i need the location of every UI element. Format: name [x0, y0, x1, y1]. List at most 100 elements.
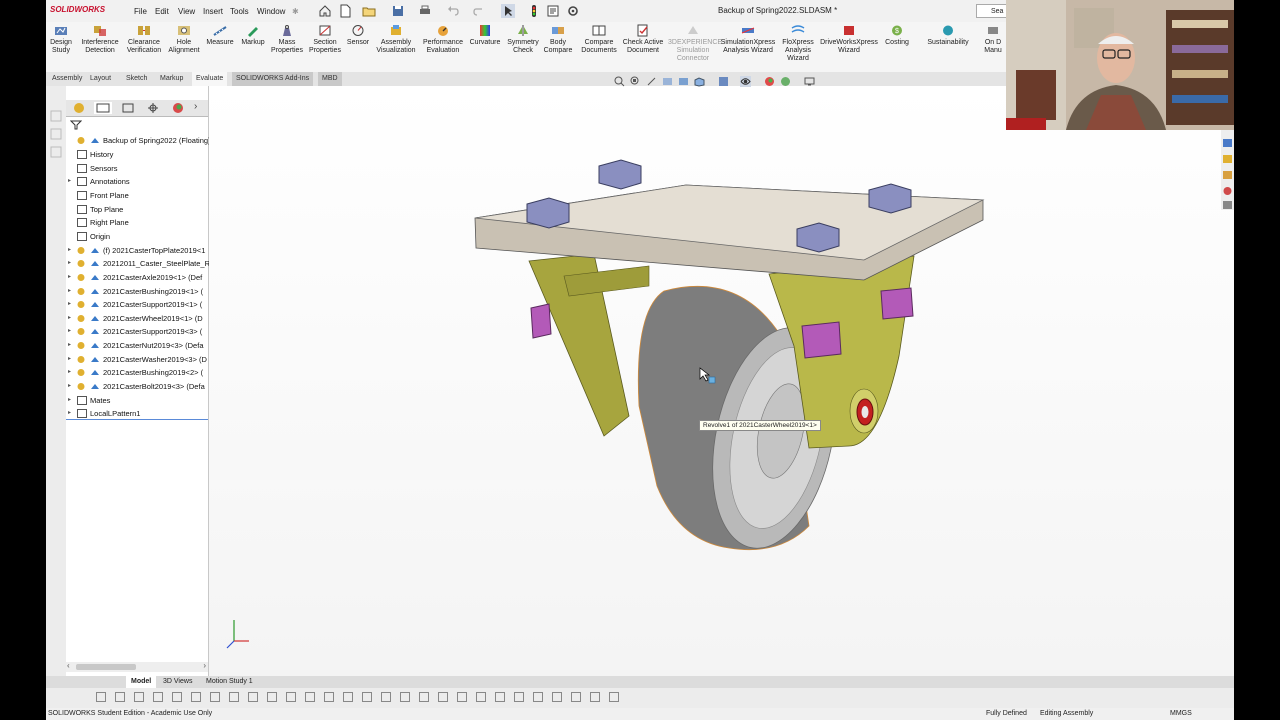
3dexperience-simulation-connector-button[interactable]: 3DEXPERIENCE Simulation Connector: [668, 24, 722, 63]
tree-item[interactable]: ▸ 2021CasterBushing2019<2> (: [68, 366, 206, 379]
check-active-document-button[interactable]: Check Active Document: [622, 24, 664, 55]
selection-tool-icon[interactable]: [495, 692, 505, 702]
expand-arrow-icon[interactable]: ▸: [68, 175, 76, 188]
expand-arrow-icon[interactable]: ▸: [68, 380, 76, 393]
clearance-verification-button[interactable]: Clearance Verification: [124, 24, 164, 55]
selection-tool-icon[interactable]: [514, 692, 524, 702]
selection-tool-icon[interactable]: [96, 692, 106, 702]
selection-tool-icon[interactable]: [552, 692, 562, 702]
selection-tool-icon[interactable]: [571, 692, 581, 702]
redo-icon[interactable]: [472, 4, 486, 18]
tree-item[interactable]: ▸ 2021CasterSupport2019<3> (: [68, 325, 206, 338]
tree-item[interactable]: ▸ 2021CasterNut2019<3> (Defa: [68, 339, 206, 352]
selection-tool-icon[interactable]: [381, 692, 391, 702]
custom-properties-icon[interactable]: [1222, 200, 1233, 210]
tree-item[interactable]: ▸ 20212011_Caster_SteelPlate_R: [68, 257, 210, 270]
selection-tool-icon[interactable]: [476, 692, 486, 702]
tab-model[interactable]: Model: [126, 676, 157, 688]
selection-tool-icon[interactable]: [324, 692, 334, 702]
simulationxpress-button[interactable]: SimulationXpress Analysis Wizard: [720, 24, 776, 55]
tree-item[interactable]: Top Plane: [68, 203, 206, 216]
design-library-icon[interactable]: [1222, 154, 1233, 164]
expand-arrow-icon[interactable]: ▸: [68, 339, 76, 352]
tab-mbd[interactable]: MBD: [318, 72, 342, 86]
selection-tool-icon[interactable]: [305, 692, 315, 702]
section-properties-button[interactable]: Section Properties: [308, 24, 342, 55]
costing-button[interactable]: $ Costing: [882, 24, 912, 47]
markup-button[interactable]: Markup: [238, 24, 268, 47]
menu-tools[interactable]: Tools: [230, 7, 249, 16]
expand-arrow-icon[interactable]: ▸: [68, 257, 76, 270]
selection-tool-icon[interactable]: [134, 692, 144, 702]
selection-tool-icon[interactable]: [210, 692, 220, 702]
driveworksxpress-button[interactable]: DriveWorksXpress Wizard: [818, 24, 880, 55]
tree-item[interactable]: Sensors: [68, 162, 206, 175]
scroll-left-icon[interactable]: ‹: [67, 661, 70, 670]
print-icon[interactable]: [418, 4, 432, 18]
mass-properties-button[interactable]: Mass Properties: [270, 24, 304, 55]
selection-tool-icon[interactable]: [343, 692, 353, 702]
tab-layout[interactable]: Layout: [86, 72, 115, 86]
compare-documents-button[interactable]: Compare Documents: [578, 24, 620, 55]
interference-detection-button[interactable]: Interference Detection: [78, 24, 122, 55]
selection-tool-icon[interactable]: [267, 692, 277, 702]
sustainability-button[interactable]: Sustainability: [922, 24, 974, 47]
selection-tool-icon[interactable]: [590, 692, 600, 702]
tree-item[interactable]: Right Plane: [68, 216, 206, 229]
expand-arrow-icon[interactable]: ▸: [68, 271, 76, 284]
file-explorer-icon[interactable]: [1222, 170, 1233, 180]
tree-item[interactable]: ▸ 2021CasterSupport2019<1> (: [68, 298, 206, 311]
caster-model[interactable]: [209, 86, 1234, 676]
status-units[interactable]: MMGS: [1170, 708, 1192, 720]
expand-arrow-icon[interactable]: ▸: [68, 353, 76, 366]
measure-button[interactable]: Measure: [204, 24, 236, 47]
selection-tool-icon[interactable]: [191, 692, 201, 702]
tree-filter[interactable]: [70, 120, 204, 130]
expand-arrow-icon[interactable]: ▸: [68, 366, 76, 379]
caster-bolt-head-2[interactable]: [598, 159, 642, 190]
tree-item[interactable]: ▸ 2021CasterAxle2019<1> (Def: [68, 271, 206, 284]
selection-tool-icon[interactable]: [609, 692, 619, 702]
caster-nut-2[interactable]: [801, 321, 842, 359]
expand-arrow-icon[interactable]: ▸: [68, 312, 76, 325]
tree-item[interactable]: ▸ Mates: [68, 394, 206, 407]
selection-tool-icon[interactable]: [153, 692, 163, 702]
caster-bolt-head-3[interactable]: [868, 183, 912, 214]
new-document-icon[interactable]: [338, 4, 352, 18]
graphics-area[interactable]: Revolve1 of 2021CasterWheel2019<1>: [209, 76, 1234, 676]
expand-arrow-icon[interactable]: ▸: [68, 298, 76, 311]
tab-solidworks-add-ins[interactable]: SOLIDWORKS Add-Ins: [232, 72, 314, 86]
selection-tool-icon[interactable]: [438, 692, 448, 702]
expand-arrow-icon[interactable]: ▸: [68, 244, 76, 257]
on-demand-manufacturing-button[interactable]: On D Manu: [982, 24, 1004, 55]
tab-3d-views[interactable]: 3D Views: [158, 676, 197, 688]
selection-tool-icon[interactable]: [457, 692, 467, 702]
caster-nut-3[interactable]: [880, 287, 914, 320]
body-compare-button[interactable]: Body Compare: [542, 24, 574, 55]
reference-tool-icon[interactable]: [50, 146, 62, 158]
tree-item[interactable]: ▸ Annotations: [68, 175, 206, 188]
menu-insert[interactable]: Insert: [203, 7, 223, 16]
tab-sketch[interactable]: Sketch: [122, 72, 151, 86]
file-properties-icon[interactable]: [546, 4, 560, 18]
selection-tool-icon[interactable]: [419, 692, 429, 702]
hole-alignment-button[interactable]: Hole Alignment: [168, 24, 200, 55]
selection-tool-icon[interactable]: [286, 692, 296, 702]
tree-item[interactable]: ▸ 2021CasterWasher2019<3> (D: [68, 353, 207, 366]
symmetry-check-button[interactable]: Symmetry Check: [506, 24, 540, 55]
tab-evaluate[interactable]: Evaluate: [192, 72, 228, 86]
selection-tool-icon[interactable]: [400, 692, 410, 702]
selection-tool-icon[interactable]: [115, 692, 125, 702]
performance-evaluation-button[interactable]: Performance Evaluation: [420, 24, 466, 55]
traffic-light-icon[interactable]: [527, 4, 541, 18]
pin-icon[interactable]: ✱: [292, 7, 299, 16]
assembly-visualization-button[interactable]: Assembly Visualization: [374, 24, 418, 55]
tree-horizontal-scrollbar[interactable]: ‹ ›: [66, 661, 208, 672]
menu-window[interactable]: Window: [257, 7, 285, 16]
menu-file[interactable]: File: [134, 7, 147, 16]
sensor-button[interactable]: Sensor: [344, 24, 372, 47]
tree-item[interactable]: Origin: [68, 230, 206, 243]
propertymanager-tab-icon[interactable]: [94, 102, 112, 114]
tree-root-assembly[interactable]: Backup of Spring2022 (Floating) <: [68, 134, 217, 147]
save-icon[interactable]: [391, 4, 405, 18]
